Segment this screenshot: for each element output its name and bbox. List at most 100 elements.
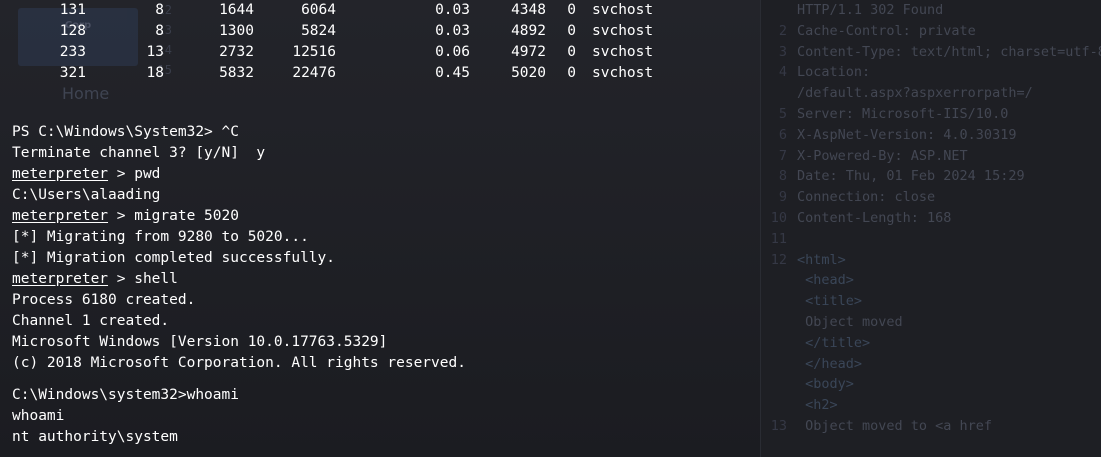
process-name: svchost [592,23,654,39]
background-response-line: <h2> [761,395,1101,416]
pwd-output-line: C:\Users\alaading [12,187,161,203]
background-response-line: 13 Object moved to <a href [761,416,1101,437]
background-line-number: 3 [778,43,787,60]
background-line-text: Cache-Control: private [797,22,976,39]
channel-created-line: Channel 1 created. [12,313,170,329]
background-line-text: Server: Microsoft-IIS/10.0 [797,105,1009,122]
process-pid: 131 [59,2,86,18]
process-threads: 18 [146,65,164,81]
migrate-complete-line: [*] Migration completed successfully. [12,250,336,266]
process-cpu: 0.45 [435,65,470,81]
background-line-text: HTTP/1.1 302 Found [797,2,944,18]
background-response-line: </head> [761,354,1101,375]
meterpreter-shell-line: meterpreter > shell [12,269,178,290]
process-session: 0 [567,44,576,60]
background-response-line: <body> [761,374,1101,395]
background-line-text: <head> [797,272,854,289]
process-mem2: 12516 [292,44,336,60]
background-line-number: 7 [778,147,787,164]
background-response-line: Object moved [761,312,1101,333]
background-response-line: <head> [761,270,1101,291]
background-response-line: 2 Cache-Control: private [761,21,1101,42]
screen: Corp Home 12 13 14 15 HTTP/1.1 302 Found… [0,0,1101,457]
process-session: 0 [567,23,576,39]
process-mem1: 2732 [219,44,254,60]
background-line-number: 6 [778,126,787,143]
background-line-text: </head> [797,355,863,372]
background-response-pane: HTTP/1.1 302 Found 2 Cache-Control: privat… [760,0,1101,457]
background-line-text: <title> [797,293,863,310]
background-line-number: 12 [770,251,787,268]
command-migrate: > migrate 5020 [108,208,239,224]
background-line-text: Content-Length: 168 [797,209,952,226]
process-id: 4348 [511,2,546,18]
windows-version-line: Microsoft Windows [Version 10.0.17763.53… [12,334,388,350]
background-response-line: 4 Location: [761,62,1101,83]
meterpreter-label: meterpreter [12,271,109,287]
background-response-line: 12 <html> [761,250,1101,271]
background-line-text: Connection: close [797,189,936,206]
process-mem1: 1300 [219,23,254,39]
background-line-number: 10 [770,209,787,226]
process-cpu: 0.06 [435,44,470,60]
terminal-output: 131 8 1644 6064 0.03 4348 0 svchost 128 … [0,0,760,457]
background-line-text: X-Powered-By: ASP.NET [797,147,968,164]
background-line-text: <h2> [797,397,838,414]
background-line-text: Object moved to <a href [797,417,993,434]
meterpreter-label: meterpreter [12,166,109,182]
process-cpu: 0.03 [435,23,470,39]
process-created-line: Process 6180 created. [12,292,196,308]
process-name: svchost [592,44,654,60]
background-line-text: <html> [797,251,846,268]
process-row: 131 8 1644 6064 0.03 4348 0 svchost [0,0,653,21]
background-line-text: </title> [797,334,871,351]
process-pid: 321 [59,65,86,81]
migrate-status-line: [*] Migrating from 9280 to 5020... [12,229,309,245]
background-response-line: 10 Content-Length: 168 [761,208,1101,229]
process-id: 4892 [511,23,546,39]
process-id: 4972 [511,44,546,60]
background-line-text: Content-Type: text/html; charset=utf-8 [797,43,1101,60]
process-mem2: 6064 [301,2,336,18]
background-line-number: 9 [778,189,787,206]
background-line-text: Location: [797,64,871,81]
background-response-line: 6 X-AspNet-Version: 4.0.30319 [761,125,1101,146]
terminate-channel-line: Terminate channel 3? [y/N] y [12,145,266,161]
command-shell: > shell [108,271,178,287]
process-pid: 128 [59,23,86,39]
meterpreter-label: meterpreter [12,208,109,224]
process-row: 321 18 5832 22476 0.45 5020 0 svchost [0,63,653,84]
background-response-line: 5 Server: Microsoft-IIS/10.0 [761,104,1101,125]
process-id: 5020 [511,65,546,81]
background-response-line: 9 Connection: close [761,187,1101,208]
background-line-number: 11 [770,230,787,247]
copyright-line: (c) 2018 Microsoft Corporation. All righ… [12,355,466,371]
background-response-line: /default.aspx?aspxerrorpath=/ [761,83,1101,104]
background-response-line: <title> [761,291,1101,312]
process-mem2: 5824 [301,23,336,39]
background-response-line: HTTP/1.1 302 Found [761,0,1101,21]
command-pwd: > pwd [108,166,161,182]
process-mem1: 1644 [219,2,254,18]
cmd-prompt-line: C:\Windows\system32>whoami [12,387,239,403]
whoami-echo-line: whoami [12,408,65,424]
process-session: 0 [567,2,576,18]
background-response-line: </title> [761,333,1101,354]
process-session: 0 [567,65,576,81]
background-line-text: <body> [797,376,854,393]
process-name: svchost [592,2,654,18]
meterpreter-pwd-line: meterpreter > pwd [12,164,160,185]
process-pid: 233 [59,44,86,60]
background-line-text: Object moved [797,313,903,330]
whoami-result-line: nt authority\system [12,429,178,445]
background-line-text: Date: Thu, 01 Feb 2024 15:29 [797,168,1025,185]
meterpreter-migrate-line: meterpreter > migrate 5020 [12,206,239,227]
process-row: 128 8 1300 5824 0.03 4892 0 svchost [0,21,653,42]
background-line-number: 8 [778,168,787,185]
process-row: 233 13 2732 12516 0.06 4972 0 svchost [0,42,653,63]
process-mem2: 22476 [292,65,336,81]
background-line-text: /default.aspx?aspxerrorpath=/ [797,85,1033,102]
process-cpu: 0.03 [435,2,470,18]
background-response-line: 8 Date: Thu, 01 Feb 2024 15:29 [761,166,1101,187]
ps-prompt-line: PS C:\Windows\System32> ^C [12,124,239,140]
